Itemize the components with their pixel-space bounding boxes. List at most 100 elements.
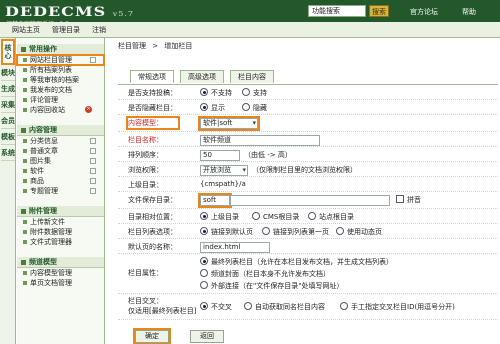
radio-default-page[interactable] xyxy=(200,227,208,235)
menu-my-docs[interactable]: 我发布的文档 xyxy=(17,85,104,95)
menu-article[interactable]: 普通文章 xyxy=(17,146,104,156)
radio-site-root[interactable] xyxy=(308,212,316,220)
label: 是否隐藏栏目： xyxy=(128,104,177,112)
radio-dynamic[interactable] xyxy=(336,227,344,235)
row-perm: 浏览权限： 开放浏览 （仅限制栏目里的文档浏览权限） xyxy=(118,162,498,177)
menu-all-docs[interactable]: 所有档案列表 xyxy=(17,65,104,75)
label: 是否支持投稿： xyxy=(128,89,177,97)
forum-link[interactable]: 官方论坛 xyxy=(410,7,438,17)
tab-content[interactable]: 栏目内容 xyxy=(230,70,274,83)
tab-template[interactable]: 模板 xyxy=(1,130,15,145)
menu-comments[interactable]: 评论管理 xyxy=(17,95,104,105)
row-parent: 上级目录： {cmspath}/a xyxy=(118,177,498,192)
label: 栏目属性： xyxy=(128,269,163,277)
add-icon[interactable] xyxy=(90,168,96,174)
menu-software[interactable]: 软件 xyxy=(17,166,104,176)
menu-single-page[interactable]: 单页文档管理 xyxy=(17,278,104,288)
label: 栏目交叉： xyxy=(128,297,163,305)
row-submit: 是否支持投稿： 不支持 支持 xyxy=(118,85,498,100)
nav-manage[interactable]: 管理目录 xyxy=(52,25,80,35)
menu-recycle[interactable]: 内容回收站 × xyxy=(17,105,104,115)
tab-advanced[interactable]: 高级选项 xyxy=(180,70,224,83)
navbar: 网站主页 管理目录 注销 xyxy=(0,22,500,38)
dir-input-rest[interactable] xyxy=(230,195,390,206)
menu-file-manager[interactable]: 文件式管理器 xyxy=(17,237,104,247)
tab-general[interactable]: 常规选项 xyxy=(130,70,174,83)
add-icon[interactable] xyxy=(90,148,96,154)
row-hidden: 是否隐藏栏目： 显示 隐藏 xyxy=(118,100,498,115)
ok-button[interactable]: 确定 xyxy=(133,328,171,344)
menu-topics[interactable]: 专题管理 xyxy=(17,186,104,196)
radio-no-cross[interactable] xyxy=(200,302,208,310)
tab-system[interactable]: 系统 xyxy=(1,146,15,161)
radio-parent-dir[interactable] xyxy=(200,212,208,220)
back-button[interactable]: 返回 xyxy=(190,330,224,343)
group-models[interactable]: 频道模型 xyxy=(17,257,104,268)
menu-model-manage[interactable]: 内容模型管理 xyxy=(17,268,104,278)
label: 文件保存目录： xyxy=(128,196,177,204)
menu-products[interactable]: 商品 xyxy=(17,176,104,186)
add-icon[interactable] xyxy=(90,188,96,194)
breadcrumb: 栏目管理 > 增加栏目 xyxy=(118,41,196,51)
radio-no-submit[interactable] xyxy=(200,88,208,96)
radio-auto-cross[interactable] xyxy=(244,302,252,310)
radio-external-link[interactable] xyxy=(200,281,208,289)
menu-pending-docs[interactable]: 等我审核的档案 xyxy=(17,75,104,85)
logo: DEDECMS v5.7 xyxy=(5,4,134,20)
row-dir-rel: 目录相对位置： 上级目录 CMS根目录 站点根目录 xyxy=(118,209,498,224)
label: 目录相对位置： xyxy=(128,213,177,221)
pinyin-checkbox[interactable] xyxy=(396,195,404,203)
tab-module[interactable]: 模块 xyxy=(1,66,15,81)
radio-hide[interactable] xyxy=(242,103,250,111)
radio-manual-cross[interactable] xyxy=(340,302,348,310)
help-link[interactable]: 帮助 xyxy=(462,7,476,17)
radio-submit[interactable] xyxy=(242,88,250,96)
label: 浏览权限： xyxy=(128,166,163,174)
tab-core[interactable]: 核心 xyxy=(1,39,15,65)
radio-cms-root[interactable] xyxy=(252,212,260,220)
sidebar: 常用操作 网站栏目管理 所有档案列表 等我审核的档案 我发布的文档 评论管理 内… xyxy=(16,38,105,344)
radio-final-list[interactable] xyxy=(200,257,208,265)
tab-generate[interactable]: 生成 xyxy=(1,82,15,97)
radio-show[interactable] xyxy=(200,103,208,111)
menu-classified[interactable]: 分类信息 xyxy=(17,136,104,146)
breadcrumb-current: 增加栏目 xyxy=(164,42,193,50)
menu-upload[interactable]: 上传新文件 xyxy=(17,217,104,227)
dir-input[interactable]: soft xyxy=(198,193,232,208)
nav-logout[interactable]: 注销 xyxy=(92,25,106,35)
label: 内容模型： xyxy=(126,116,180,130)
model-select[interactable]: 软件|soft xyxy=(198,116,260,131)
search-input[interactable]: 功能搜索 xyxy=(308,5,366,17)
row-model: 内容模型： 软件|soft xyxy=(118,115,498,132)
group-common[interactable]: 常用操作 xyxy=(17,44,104,55)
label: 栏目名称： xyxy=(128,136,163,144)
nav-home[interactable]: 网站主页 xyxy=(12,25,40,35)
menu-images[interactable]: 图片集 xyxy=(17,156,104,166)
perm-select[interactable]: 开放浏览 xyxy=(200,165,248,176)
search-button[interactable]: 搜索 xyxy=(369,5,389,17)
category-form: 是否支持投稿： 不支持 支持 是否隐藏栏目： 显示 隐藏 内容模型： 软件|so… xyxy=(118,84,498,342)
group-attachments[interactable]: 附件管理 xyxy=(17,206,104,217)
label: 上级目录： xyxy=(128,181,163,189)
radio-channel-cover[interactable] xyxy=(200,269,208,277)
row-name: 栏目名称： 软件频道 xyxy=(118,132,498,147)
default-page-input[interactable]: index.html xyxy=(200,242,270,253)
add-icon[interactable] xyxy=(90,57,96,63)
tab-collect[interactable]: 采集 xyxy=(1,98,15,113)
parent-path: {cmspath}/a xyxy=(200,180,246,188)
menu-category-manage[interactable]: 网站栏目管理 xyxy=(16,54,105,66)
radio-first-page[interactable] xyxy=(262,227,270,235)
tab-member[interactable]: 会员 xyxy=(1,114,15,129)
delete-icon[interactable]: × xyxy=(85,106,92,113)
add-icon[interactable] xyxy=(90,138,96,144)
breadcrumb-item[interactable]: 栏目管理 xyxy=(118,42,146,50)
menu-attach-data[interactable]: 附件数据管理 xyxy=(17,227,104,237)
add-icon[interactable] xyxy=(90,178,96,184)
group-content[interactable]: 内容管理 xyxy=(17,125,104,136)
breadcrumb-sep: > xyxy=(152,42,159,50)
name-input[interactable]: 软件频道 xyxy=(200,135,320,146)
order-input[interactable]: 50 xyxy=(200,150,240,161)
row-attr: 栏目属性： 最终列表栏目（允许在本栏目发布文档，并生成文档列表） 频道封面（栏目… xyxy=(118,254,498,294)
add-icon[interactable] xyxy=(90,158,96,164)
row-order: 排列顺序： 50 （由低 -> 高） xyxy=(118,147,498,162)
